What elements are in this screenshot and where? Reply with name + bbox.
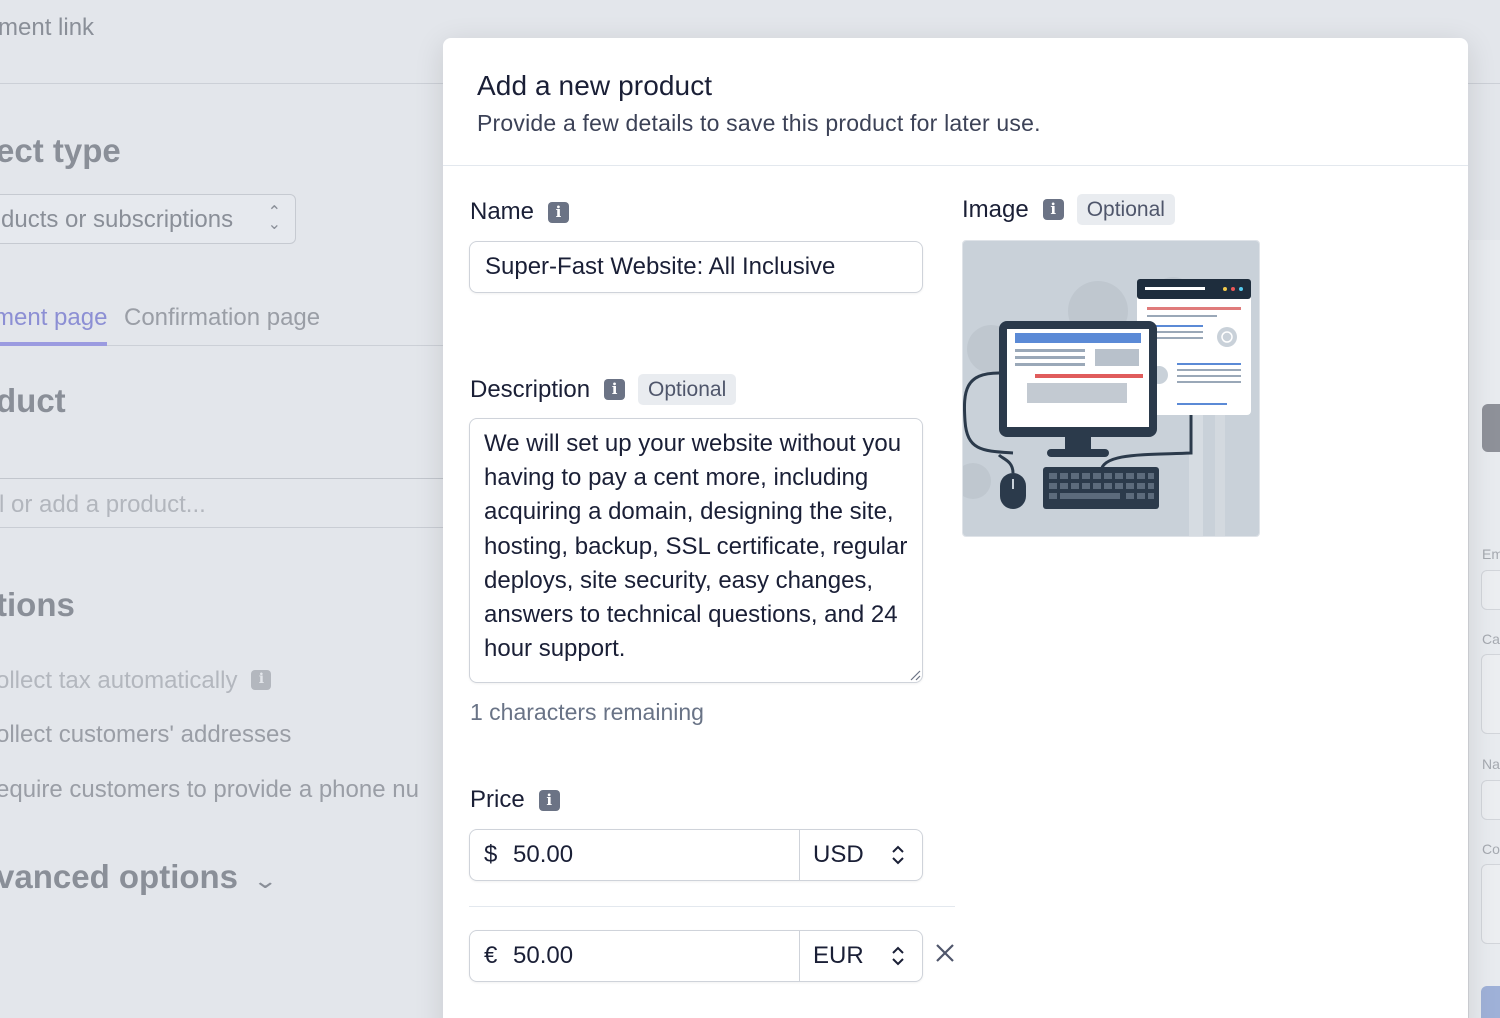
option-collect-tax[interactable]: ollect tax automatically — [0, 667, 272, 695]
product-heading: duct — [0, 382, 66, 419]
description-label-row: Description Optional — [470, 374, 737, 405]
optional-badge: Optional — [1076, 194, 1175, 225]
info-icon[interactable] — [1042, 199, 1064, 220]
website-illustration-icon — [963, 241, 1259, 536]
name-label: Name — [470, 198, 535, 225]
option-require-phone[interactable]: equire customers to provide a phone nu — [0, 776, 419, 804]
optional-badge: Optional — [638, 374, 737, 405]
price-amount-value: 50.00 — [513, 841, 574, 868]
preview-field — [1481, 570, 1500, 610]
characters-remaining: 1 characters remaining — [470, 699, 704, 725]
chevron-up-down-icon — [890, 844, 906, 867]
page-tabs: ment page Confirmation page — [0, 300, 460, 346]
product-type-heading: ect type — [0, 132, 121, 169]
product-type-select[interactable]: ducts or subscriptions ⌃ ⌄ — [0, 194, 296, 244]
image-label: Image — [962, 195, 1029, 223]
product-image-upload[interactable] — [962, 240, 1260, 537]
price-amount-input[interactable]: € 50.00 — [470, 931, 800, 981]
modal-header: Add a new product Provide a few details … — [443, 38, 1468, 166]
currency-symbol: € — [484, 942, 498, 969]
tab-payment-page[interactable]: ment page — [0, 304, 108, 346]
price-label-row: Price — [470, 786, 560, 814]
price-row-eur: € 50.00 EUR — [469, 930, 923, 982]
preview-field — [1481, 654, 1500, 734]
option-collect-addresses[interactable]: ollect customers' addresses — [0, 721, 291, 749]
modal-subtitle: Provide a few details to save this produ… — [477, 110, 1041, 136]
chevron-up-down-icon: ⌃ ⌄ — [267, 204, 281, 233]
currency-symbol: $ — [484, 841, 498, 868]
info-icon — [251, 670, 272, 690]
tab-confirmation-page[interactable]: Confirmation page — [124, 304, 320, 332]
preview-pay-button — [1481, 986, 1500, 1018]
price-label: Price — [470, 786, 525, 813]
description-label: Description — [470, 375, 591, 403]
preview-field — [1481, 780, 1500, 820]
image-label-row: Image Optional — [962, 194, 1175, 225]
currency-select[interactable]: USD — [800, 830, 922, 880]
preview-label-country: Co — [1482, 841, 1500, 857]
name-label-row: Name — [470, 198, 570, 226]
price-amount-value: 50.00 — [513, 942, 574, 969]
options-heading: tions — [0, 586, 75, 623]
advanced-options-label: vanced options — [0, 858, 239, 895]
currency-value: EUR — [813, 942, 864, 969]
product-type-select-value: ducts or subscriptions — [1, 206, 234, 233]
remove-price-close-icon[interactable] — [933, 941, 957, 965]
price-divider — [469, 906, 955, 907]
page-title: ment link — [0, 14, 95, 41]
info-icon[interactable] — [604, 379, 626, 400]
currency-value: USD — [813, 841, 864, 868]
preview-button — [1482, 404, 1500, 452]
chevron-up-down-icon — [890, 945, 906, 968]
price-amount-input[interactable]: $ 50.00 — [470, 830, 800, 880]
currency-select[interactable]: EUR — [800, 931, 922, 981]
preview-field — [1481, 864, 1500, 944]
modal-title: Add a new product — [477, 70, 713, 101]
preview-label-name: Na — [1482, 756, 1500, 772]
description-textarea[interactable]: We will set up your website without you … — [469, 418, 923, 683]
chevron-down-icon: ⌄ — [252, 868, 279, 893]
info-icon[interactable] — [548, 201, 570, 223]
preview-label-email: Em — [1482, 546, 1500, 562]
resize-handle-icon[interactable] — [909, 669, 921, 681]
advanced-options-toggle[interactable]: vanced options ⌄ — [0, 858, 278, 896]
preview-label-card: Ca — [1482, 631, 1500, 647]
option-collect-tax-label: ollect tax automatically — [0, 667, 238, 694]
info-icon[interactable] — [538, 789, 560, 811]
product-search-input[interactable]: l or add a product... — [0, 478, 460, 528]
name-input[interactable] — [469, 241, 923, 293]
add-product-modal: Add a new product Provide a few details … — [443, 38, 1468, 1018]
price-row-usd: $ 50.00 USD — [469, 829, 923, 881]
